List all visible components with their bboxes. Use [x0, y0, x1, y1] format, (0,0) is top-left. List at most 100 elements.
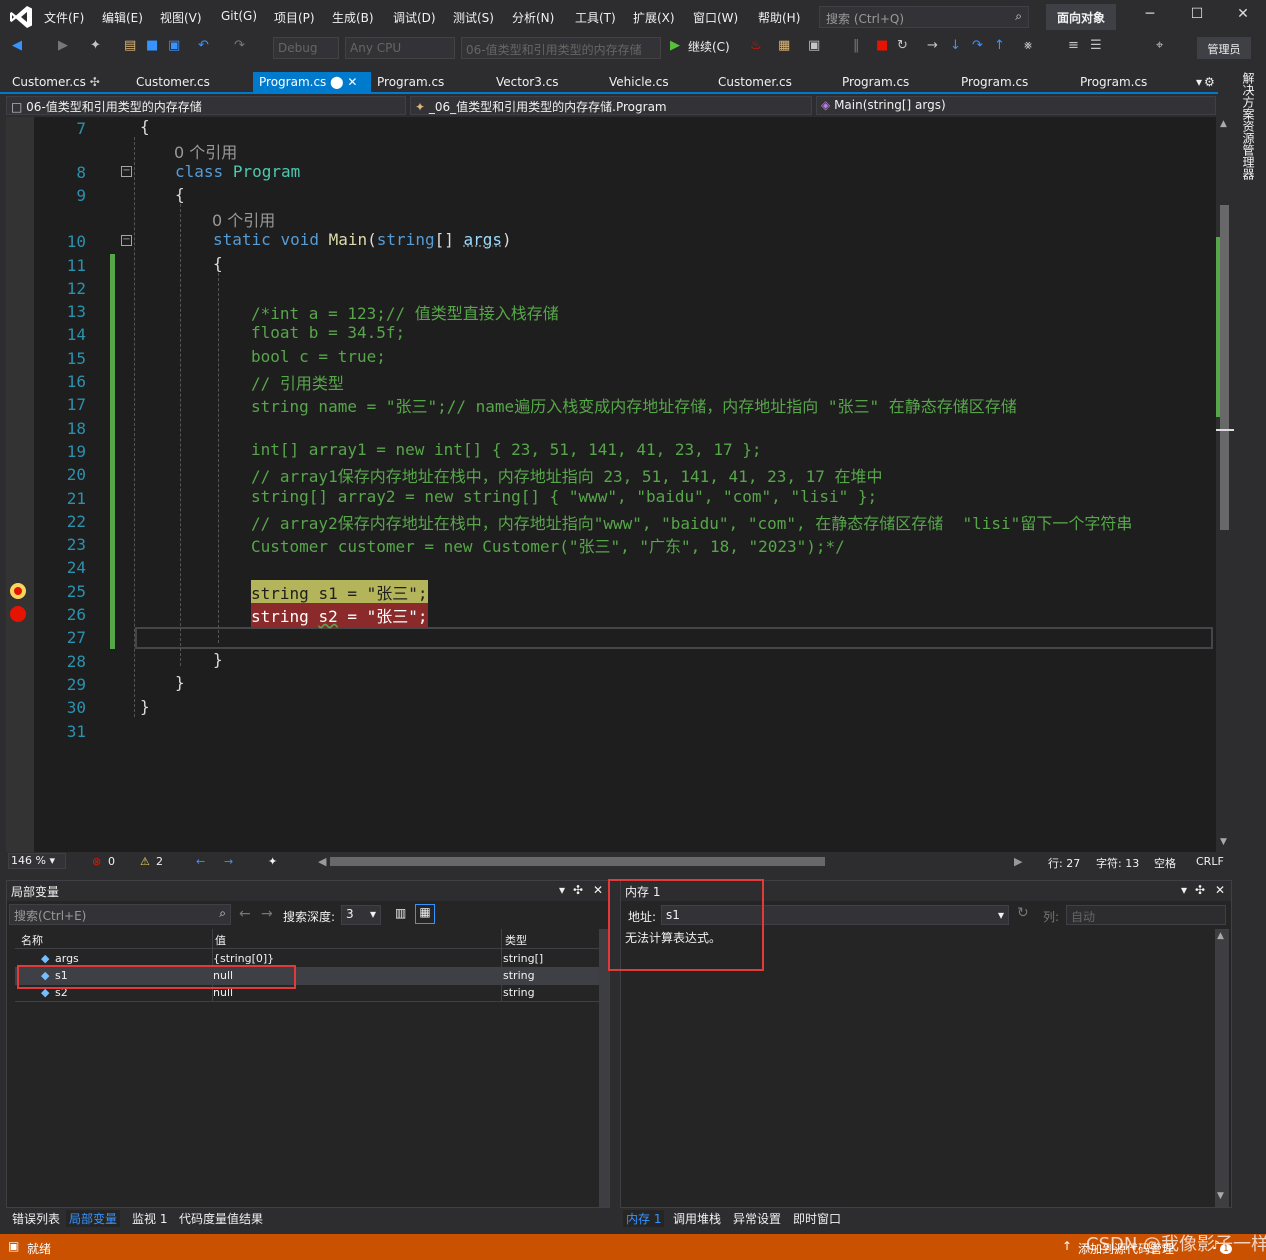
stack-frame-icon[interactable]: ☰ [1090, 38, 1102, 53]
zoom-combo[interactable]: 146 % ▾ [8, 853, 66, 869]
search-forward-icon[interactable]: → [261, 906, 273, 922]
menu-debug[interactable]: 调试(D) [393, 9, 436, 26]
pin-icon[interactable]: ⬤ [330, 75, 343, 89]
open-folder-icon[interactable]: ▤ [124, 38, 136, 53]
config-combo[interactable]: Debug [273, 37, 339, 59]
tab-watch-1[interactable]: 监视 1 [129, 1210, 170, 1227]
pin-icon[interactable]: ✣ [90, 75, 100, 89]
solution-name-badge[interactable]: 面向对象 [1046, 4, 1116, 30]
redo-icon[interactable]: ↷ [234, 38, 245, 53]
cursor-line[interactable]: 行: 27 [1048, 855, 1080, 871]
minimize-icon[interactable]: ─ [1140, 6, 1160, 22]
tab-code-metrics[interactable]: 代码度量值结果 [176, 1210, 266, 1227]
tab-vehicle-cs[interactable]: Vehicle.cs [603, 72, 675, 93]
tab-vector3-cs[interactable]: Vector3.cs [490, 72, 565, 93]
pin-icon[interactable]: ✣ [573, 883, 583, 897]
step-out-icon[interactable]: ↑ [994, 38, 1005, 53]
diagnostics-icon[interactable]: ⨳ [1024, 38, 1032, 53]
step-into-icon[interactable]: ↓ [950, 38, 961, 53]
tab-settings-gear-icon[interactable]: ⚙ [1198, 72, 1221, 93]
tab-memory-1[interactable]: 内存 1 [623, 1210, 665, 1227]
solution-explorer-tab[interactable]: 解决方案资源管理器 [1240, 72, 1257, 180]
hscroll-right-icon[interactable]: ▶ [1014, 855, 1022, 868]
threads-icon[interactable]: ≡ [1068, 38, 1079, 53]
tab-exception-settings[interactable]: 异常设置 [730, 1210, 784, 1227]
nav-back-icon[interactable]: ← [196, 855, 205, 868]
hex-display-icon[interactable]: ▦ [415, 904, 435, 924]
codelens-references[interactable]: 0 个引用 [212, 207, 275, 231]
platform-combo[interactable]: Any CPU [345, 37, 455, 59]
warning-icon[interactable]: ⚠ [140, 855, 150, 868]
tab-program-cs-active[interactable]: Program.cs ⬤ ✕ [253, 72, 371, 93]
address-dropdown-icon[interactable]: ▾ [998, 908, 1004, 922]
tab-locals[interactable]: 局部变量 [66, 1210, 121, 1227]
panel-menu-icon[interactable]: ▾ [559, 883, 565, 897]
filter-icon[interactable]: ▥ [395, 906, 406, 920]
menu-tools[interactable]: 工具(T) [575, 9, 616, 26]
forward-icon[interactable]: ▶ [58, 38, 68, 53]
menu-test[interactable]: 测试(S) [453, 9, 494, 26]
tab-call-stack[interactable]: 调用堆栈 [670, 1210, 724, 1227]
tab-customer-cs[interactable]: Customer.cs [130, 72, 216, 93]
step-over-icon[interactable]: ↷ [972, 38, 983, 53]
scroll-down-icon[interactable]: ▼ [1220, 837, 1227, 847]
new-project-icon[interactable]: ✦ [90, 38, 101, 53]
column-divider[interactable] [501, 929, 502, 1001]
tab-customer-cs-pinned[interactable]: Customer.cs ✣ [6, 72, 106, 93]
search-back-icon[interactable]: ← [239, 906, 251, 922]
hscroll-left-icon[interactable]: ◀ [318, 855, 326, 868]
search-input[interactable]: 搜索 (Ctrl+Q) ⌕ [819, 6, 1029, 28]
nav-forward-icon[interactable]: → [224, 855, 233, 868]
editor-vertical-scrollbar[interactable]: ▲ ▼ [1216, 117, 1234, 852]
menu-project[interactable]: 项目(P) [274, 9, 315, 26]
close-icon[interactable]: ✕ [1233, 6, 1253, 22]
continue-button[interactable]: 继续(C) [688, 38, 730, 55]
indent-mode[interactable]: 空格 [1154, 855, 1176, 871]
refresh-icon[interactable]: ↻ [1017, 905, 1029, 921]
continue-play-icon[interactable]: ▶ [670, 38, 680, 53]
maximize-icon[interactable]: ☐ [1187, 6, 1207, 22]
save-all-icon[interactable]: ▣ [168, 38, 180, 53]
admin-badge[interactable]: 管理员 [1197, 37, 1251, 59]
tab-program-cs-2[interactable]: Program.cs [836, 72, 915, 93]
tab-program-cs-3[interactable]: Program.cs [955, 72, 1034, 93]
menu-window[interactable]: 窗口(W) [693, 9, 738, 26]
scroll-up-icon[interactable]: ▲ [1220, 119, 1227, 129]
menu-edit[interactable]: 编辑(E) [102, 9, 143, 26]
menu-analyze[interactable]: 分析(N) [512, 9, 554, 26]
column-header-name[interactable]: 名称 [21, 932, 43, 948]
hot-reload-icon[interactable]: ♨ [750, 38, 762, 53]
code-editor[interactable]: 7 8 9 10 11 12 13 14 15 16 17 18 19 20 2… [6, 117, 1216, 852]
tab-program-cs[interactable]: Program.cs [371, 72, 450, 93]
panel-menu-icon[interactable]: ▾ [1181, 883, 1187, 897]
horizontal-scroll-thumb[interactable] [330, 857, 825, 866]
back-icon[interactable]: ◀ [12, 38, 22, 53]
cursor-char[interactable]: 字符: 13 [1096, 855, 1139, 871]
tab-error-list[interactable]: 错误列表 [9, 1210, 63, 1227]
menu-help[interactable]: 帮助(H) [758, 9, 800, 26]
save-icon[interactable]: ■ [146, 38, 158, 53]
close-tab-icon[interactable]: ✕ [347, 75, 357, 89]
error-icon[interactable]: ⊗ [92, 855, 101, 868]
scroll-up-icon[interactable]: ▲ [1217, 931, 1224, 941]
code-cleanup-icon[interactable]: ✦ [268, 855, 277, 868]
source-control-arrow-icon[interactable]: ↑ [1062, 1239, 1072, 1253]
pin-icon[interactable]: ✣ [1195, 883, 1205, 897]
scroll-thumb[interactable] [1220, 205, 1229, 530]
breakpoint-gutter[interactable] [6, 117, 34, 852]
close-panel-icon[interactable]: ✕ [593, 883, 603, 897]
pause-icon[interactable]: ‖ [853, 38, 860, 53]
browse-icon[interactable]: ▦ [778, 38, 790, 53]
screenshot-icon[interactable]: ▣ [808, 38, 820, 53]
columns-combo[interactable]: 自动 [1066, 905, 1226, 925]
memory-scrollbar[interactable]: ▲ ▼ [1215, 929, 1229, 1207]
menu-build[interactable]: 生成(B) [332, 9, 374, 26]
column-header-value[interactable]: 值 [215, 932, 226, 948]
breakpoint-current-icon[interactable] [10, 583, 26, 599]
menu-git[interactable]: Git(G) [221, 9, 257, 23]
codelens-references[interactable]: 0 个引用 [174, 139, 237, 163]
menu-extensions[interactable]: 扩展(X) [633, 9, 675, 26]
undo-icon[interactable]: ↶ [198, 38, 209, 53]
scroll-down-icon[interactable]: ▼ [1217, 1191, 1224, 1201]
tab-customer-cs-2[interactable]: Customer.cs [712, 72, 798, 93]
